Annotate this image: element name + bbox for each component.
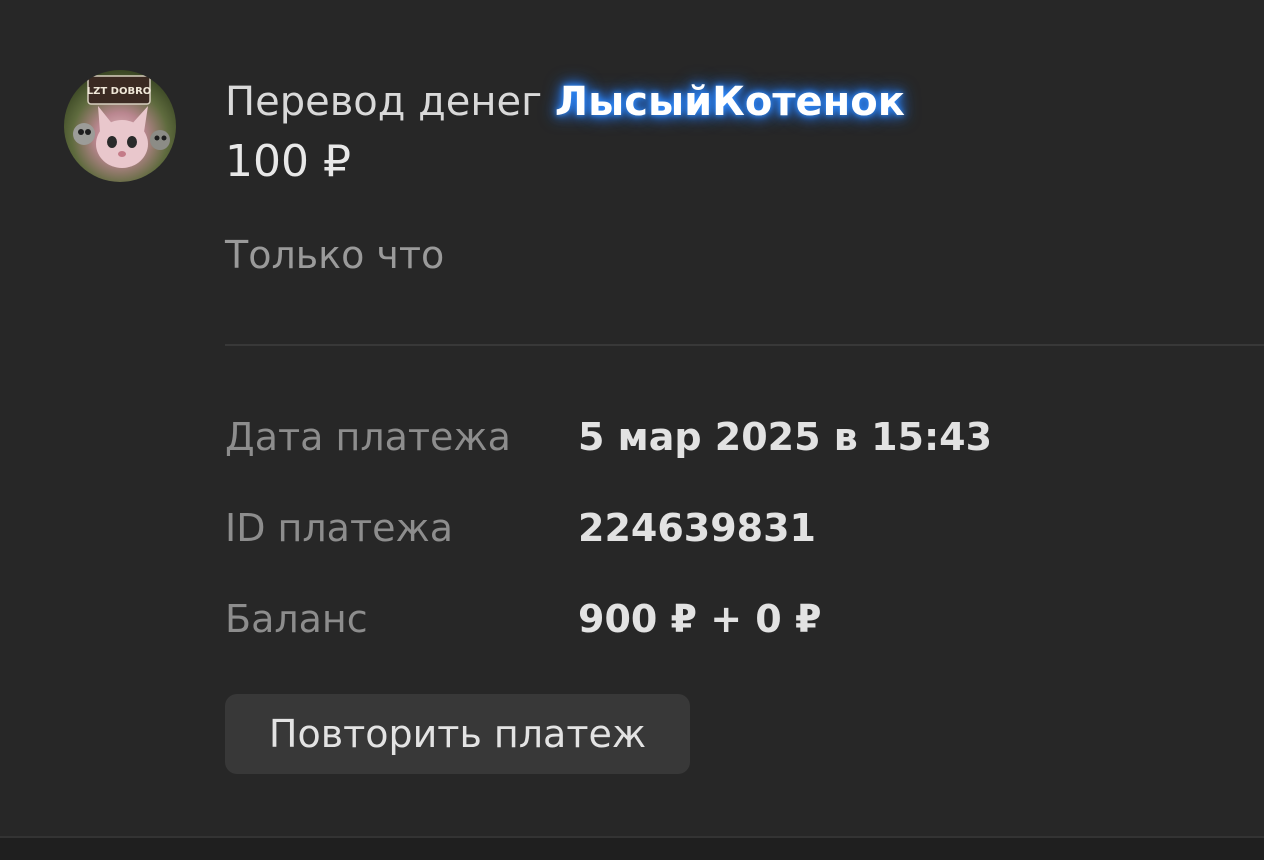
payment-date-value: 5 мар 2025 в 15:43	[578, 415, 993, 459]
transaction-title: Перевод денег ЛысыйКотенок	[225, 78, 905, 126]
payment-id-label: ID платежа	[225, 506, 453, 550]
payment-date-label: Дата платежа	[225, 415, 511, 459]
balance-label: Баланс	[225, 597, 368, 641]
repeat-payment-button[interactable]: Повторить платеж	[225, 694, 690, 774]
payment-id-value: 224639831	[578, 506, 816, 550]
avatar-sign-text: LZT DOBRO	[87, 86, 152, 97]
transaction-amount: 100 ₽	[225, 136, 351, 187]
recipient-username-link[interactable]: ЛысыйКотенок	[555, 79, 905, 125]
avatar[interactable]: LZT DOBRO	[64, 70, 176, 182]
transaction-time: Только что	[225, 233, 445, 277]
cat-avatar-icon: LZT DOBRO	[73, 75, 170, 168]
divider	[225, 344, 1264, 346]
balance-value: 900 ₽ + 0 ₽	[578, 597, 822, 641]
transaction-title-prefix: Перевод денег	[225, 79, 543, 125]
transaction-card: LZT DOBRO Перевод денег ЛысыйКотенок 100…	[0, 0, 1264, 838]
